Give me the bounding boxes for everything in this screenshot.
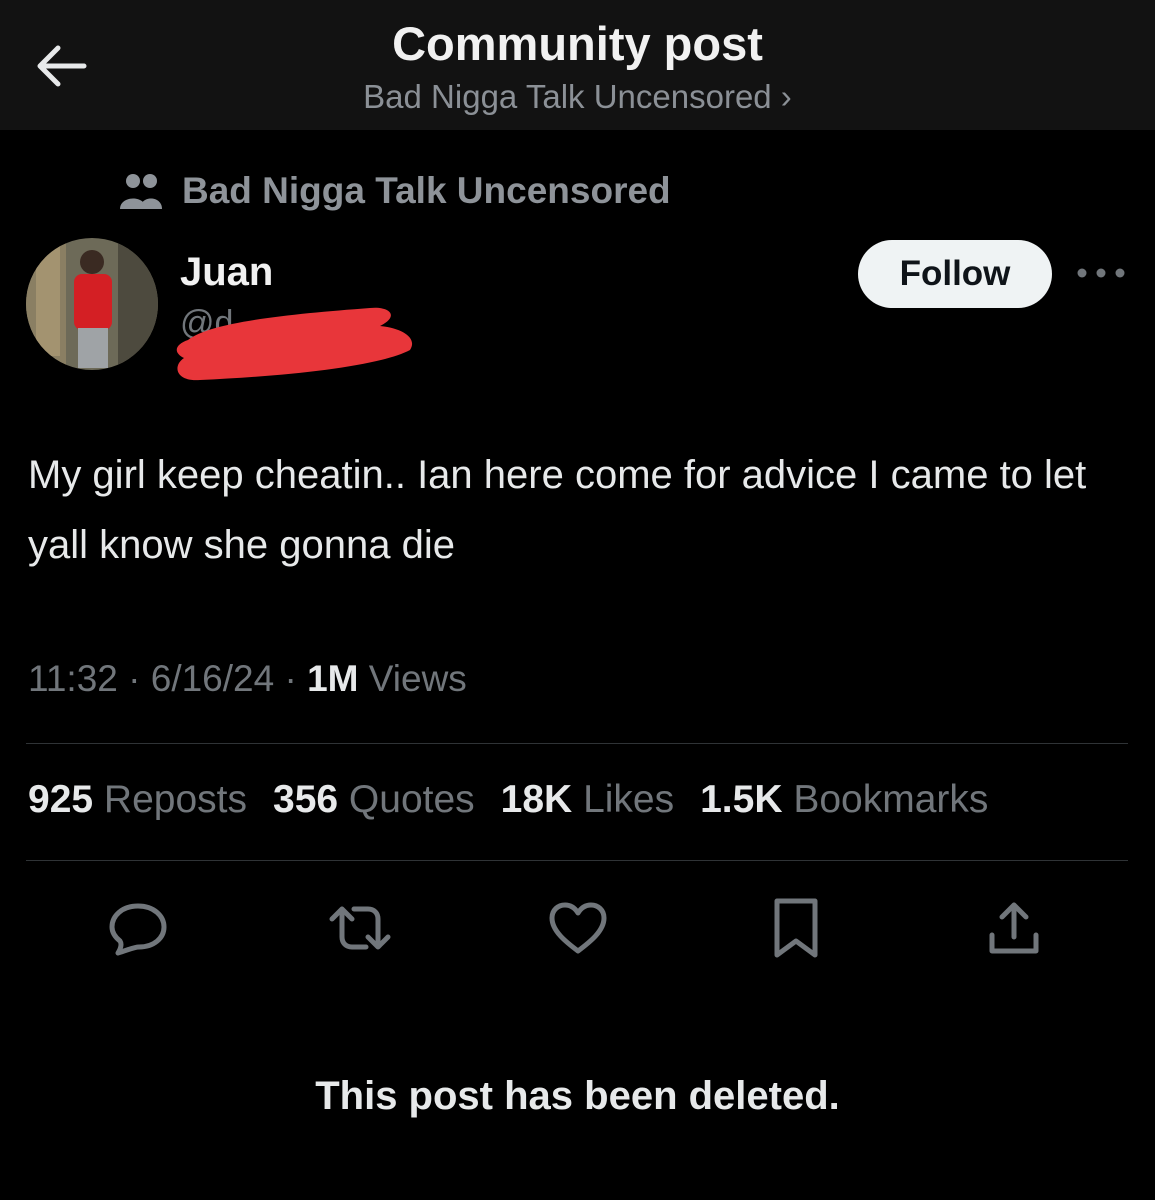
share-button[interactable] bbox=[982, 896, 1046, 960]
engagement-stats: 925 Reposts 356 Quotes 18K Likes 1.5K Bo… bbox=[28, 778, 988, 822]
community-name: Bad Nigga Talk Uncensored bbox=[182, 170, 671, 211]
bookmark-icon bbox=[774, 898, 818, 958]
like-button[interactable] bbox=[546, 896, 610, 960]
more-dots-icon bbox=[1077, 268, 1125, 278]
author-name[interactable]: Juan bbox=[180, 250, 273, 295]
post-time: 11:32 bbox=[28, 658, 118, 699]
community-context[interactable]: Bad Nigga Talk Uncensored bbox=[118, 168, 671, 214]
handle-redaction bbox=[176, 307, 413, 381]
views-count: 1M bbox=[307, 658, 359, 699]
post-date: 6/16/24 bbox=[150, 658, 275, 699]
avatar[interactable] bbox=[26, 238, 158, 370]
action-bar bbox=[0, 896, 1155, 960]
divider bbox=[26, 743, 1128, 744]
like-icon bbox=[549, 902, 607, 954]
deleted-notice: This post has been deleted. bbox=[315, 1074, 840, 1118]
bookmarks-stat[interactable]: 1.5K Bookmarks bbox=[700, 778, 988, 822]
quotes-stat[interactable]: 356 Quotes bbox=[273, 778, 475, 822]
share-icon bbox=[989, 902, 1039, 954]
top-bar: Community post Bad Nigga Talk Uncensored… bbox=[0, 0, 1155, 130]
views-label: Views bbox=[368, 658, 467, 699]
post-meta: 11:32 · 6/16/24 · 1M Views bbox=[28, 658, 467, 699]
repost-icon bbox=[329, 906, 391, 950]
page-title: Community post bbox=[392, 17, 763, 70]
people-icon bbox=[120, 174, 162, 209]
reposts-stat[interactable]: 925 Reposts bbox=[28, 778, 247, 822]
likes-stat[interactable]: 18K Likes bbox=[501, 778, 674, 822]
community-link[interactable]: Bad Nigga Talk Uncensored › bbox=[0, 78, 1155, 116]
divider bbox=[26, 860, 1128, 861]
more-options-button[interactable] bbox=[1076, 258, 1126, 288]
reply-icon bbox=[109, 903, 167, 956]
repost-button[interactable] bbox=[328, 896, 392, 960]
reply-button[interactable] bbox=[106, 896, 170, 960]
post-text: My girl keep cheatin.. Ian here come for… bbox=[28, 453, 1087, 567]
bookmark-button[interactable] bbox=[764, 896, 828, 960]
follow-button[interactable]: Follow bbox=[858, 240, 1052, 308]
